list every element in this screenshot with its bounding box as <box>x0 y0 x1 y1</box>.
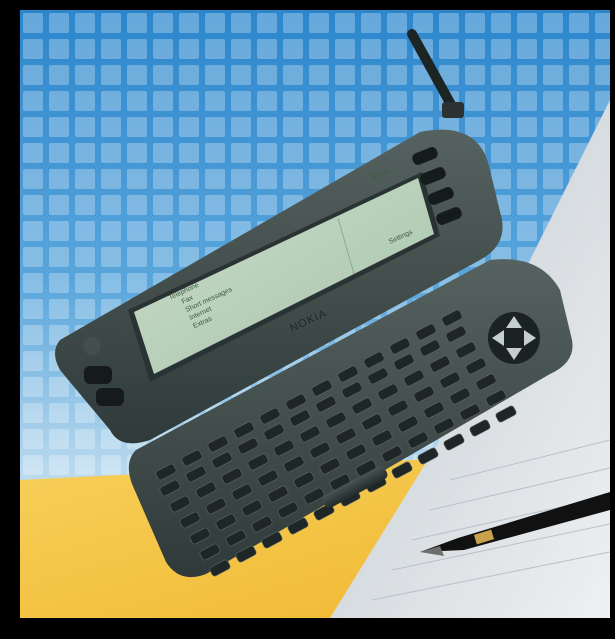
photo-scene: NOKIA Telephone Fax Short messages Inter… <box>20 10 610 618</box>
photo: NOKIA Telephone Fax Short messages Inter… <box>20 10 610 618</box>
dpad-icon <box>488 312 540 364</box>
photo-frame: NOKIA Telephone Fax Short messages Inter… <box>0 0 615 639</box>
